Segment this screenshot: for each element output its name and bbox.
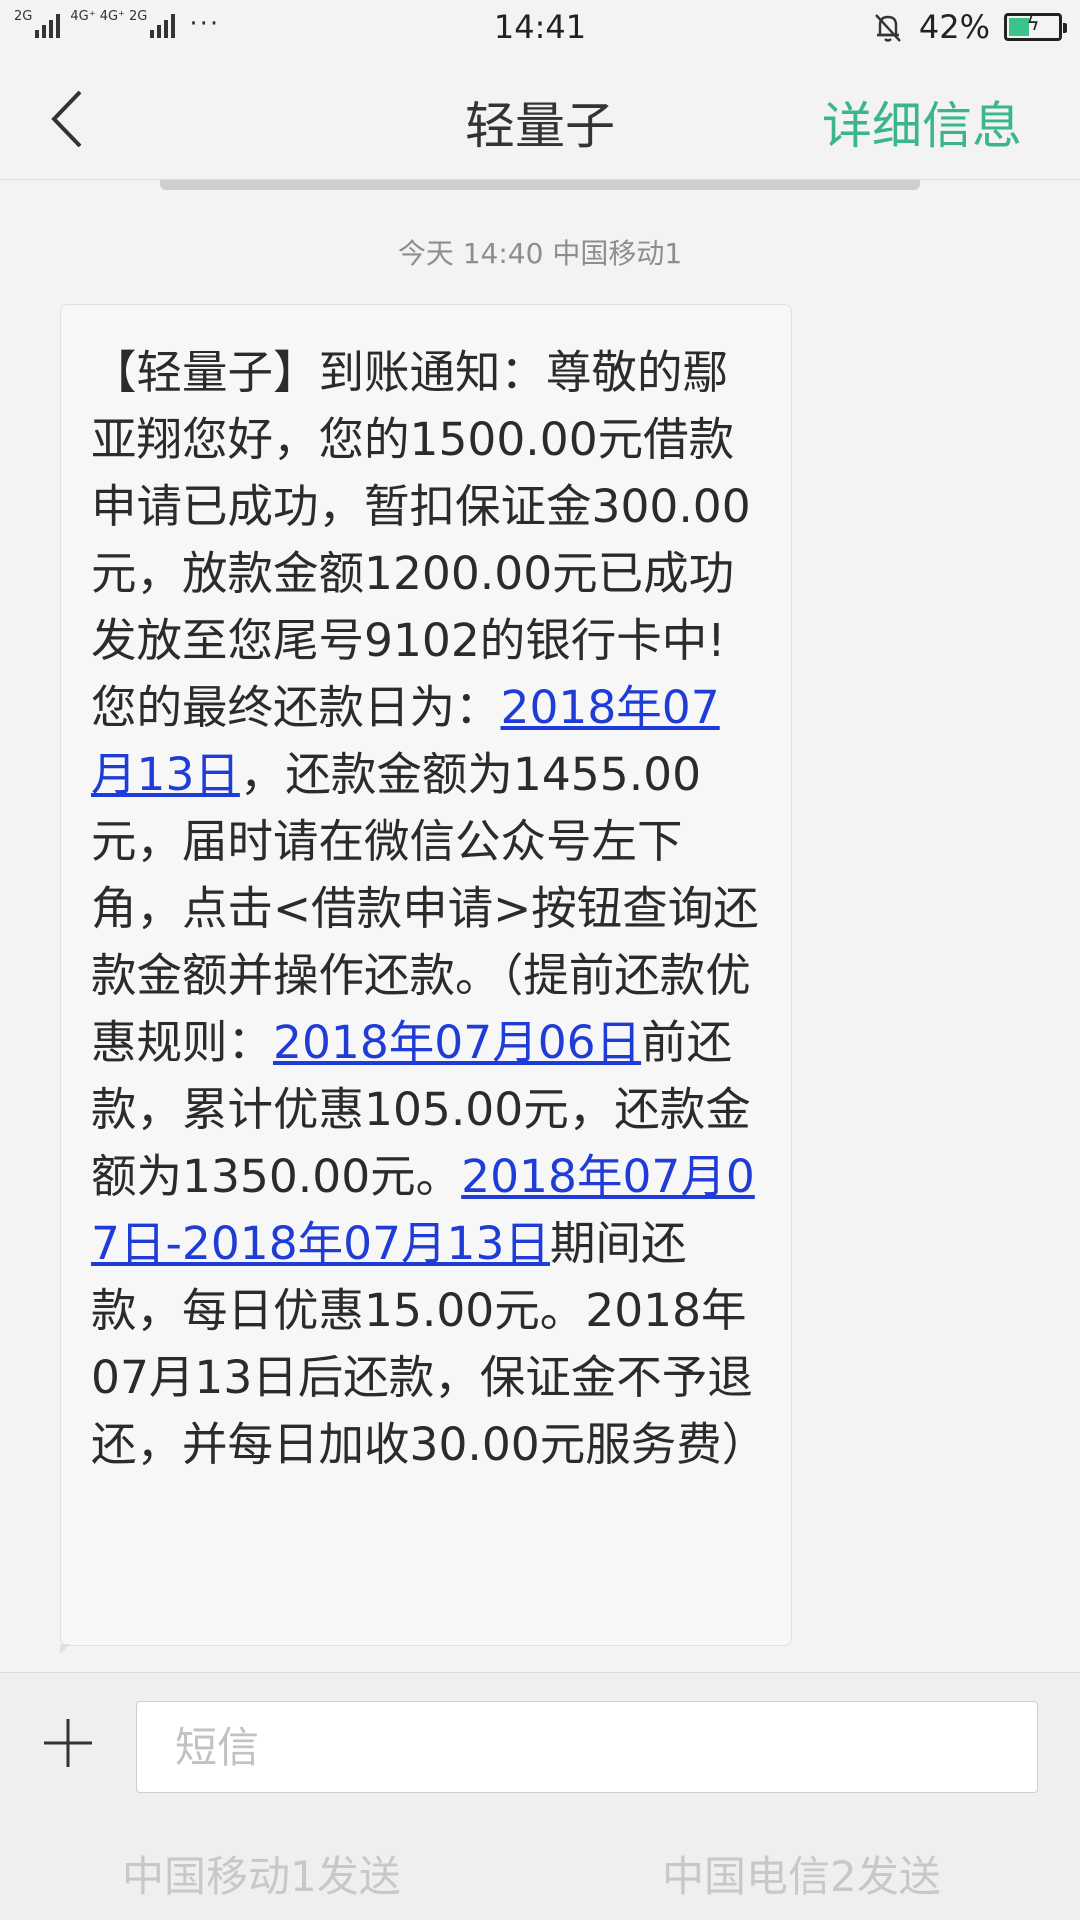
- bubble-tail: [60, 1644, 70, 1654]
- battery-percent: 42%: [918, 8, 990, 46]
- sms-input[interactable]: [136, 1701, 1038, 1793]
- muted-bell-icon: [874, 14, 901, 42]
- message-bubble[interactable]: 【轻量子】到账通知：尊敬的鄢亚翔您好，您的1500.00元借款申请已成功，暂扣保…: [60, 304, 792, 1646]
- status-bar: 2G 4G⁺ 4G⁺ 2G ··· 14:41 42% ϟ: [0, 0, 1080, 58]
- conversation-header: 轻量子 详细信息: [0, 58, 1080, 180]
- send-sim1-button[interactable]: 中国移动1发送: [122, 1843, 401, 1904]
- compose-bar: 中国移动1发送 中国电信2发送: [0, 1672, 1080, 1920]
- plus-icon: [44, 1719, 92, 1767]
- chevron-left-icon: [51, 90, 82, 148]
- send-sim2-button[interactable]: 中国电信2发送: [662, 1843, 941, 1904]
- date-link[interactable]: 2018年07月06日: [273, 1016, 641, 1069]
- message-timestamp: 今天 14:40 中国移动1: [397, 237, 683, 270]
- message-text-segment: 【轻量子】到账通知：尊敬的鄢亚翔您好，您的1500.00元借款申请已成功，暂扣保…: [91, 346, 751, 734]
- send-buttons: 中国移动1发送 中国电信2发送: [0, 1843, 1080, 1903]
- charging-bolt-icon: ϟ: [1026, 11, 1040, 35]
- back-button[interactable]: [44, 86, 94, 152]
- pull-down-handle: [160, 180, 920, 190]
- message-text: 【轻量子】到账通知：尊敬的鄢亚翔您好，您的1500.00元借款申请已成功，暂扣保…: [91, 339, 767, 1478]
- detail-info-button[interactable]: 详细信息: [822, 86, 1022, 158]
- battery-icon: ϟ: [1004, 11, 1067, 41]
- attach-button[interactable]: [40, 1715, 96, 1771]
